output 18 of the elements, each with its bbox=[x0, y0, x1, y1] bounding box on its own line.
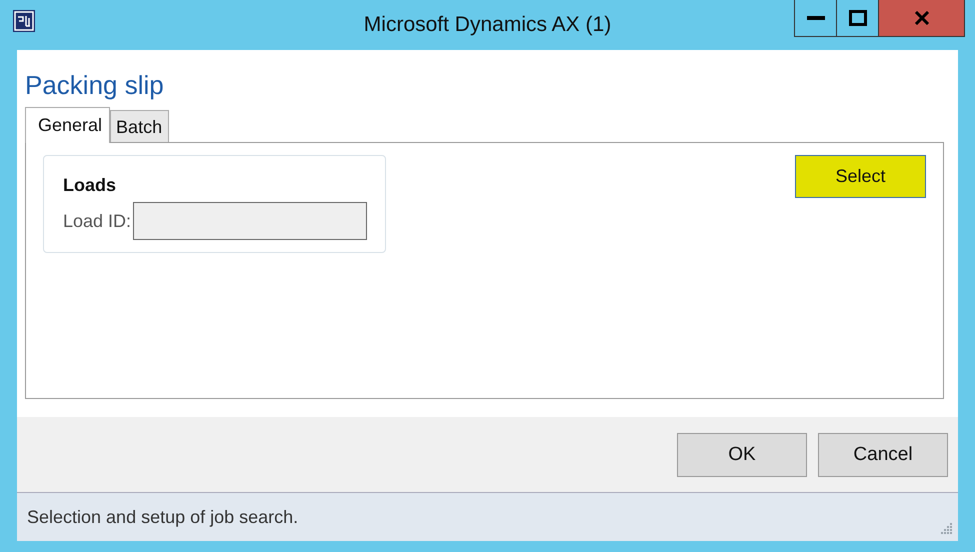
group-title: Loads bbox=[63, 175, 118, 196]
input-field[interactable] bbox=[133, 202, 368, 240]
close-button[interactable] bbox=[878, 0, 965, 37]
close-icon bbox=[914, 11, 930, 25]
window-title: Microsoft Dynamics AX (1) bbox=[362, 13, 612, 37]
app-icon bbox=[13, 10, 35, 32]
status-text: Selection and setup of job search. bbox=[27, 506, 298, 528]
select-button[interactable]: Select bbox=[795, 155, 926, 198]
minimize-icon bbox=[806, 16, 824, 20]
form-title: Packing slip bbox=[25, 70, 165, 102]
tab[interactable]: Batch bbox=[110, 110, 170, 142]
field-label: Load ID: bbox=[63, 210, 132, 232]
tab[interactable]: General bbox=[25, 107, 110, 143]
resize-grip-icon bbox=[940, 523, 952, 535]
maximize-icon bbox=[848, 10, 866, 26]
dialog-button[interactable]: Cancel bbox=[818, 432, 948, 476]
dialog-button[interactable]: OK bbox=[677, 432, 807, 476]
minimize-button[interactable] bbox=[794, 0, 837, 37]
